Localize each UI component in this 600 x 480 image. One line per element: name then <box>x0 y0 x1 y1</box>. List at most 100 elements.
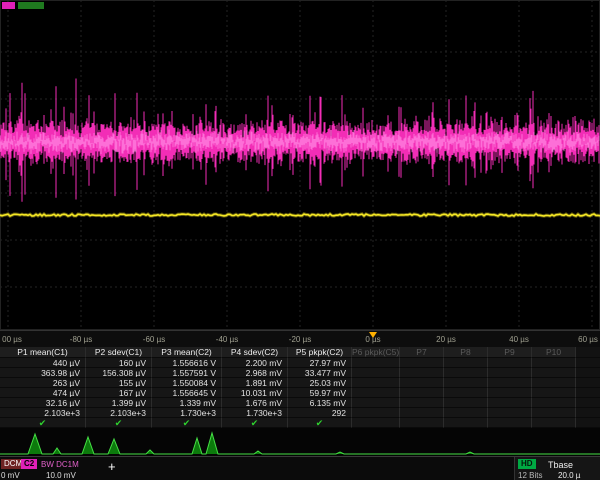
measurement-cell: 1.550084 V <box>152 378 222 388</box>
measurement-cell <box>352 408 400 418</box>
measurement-status-check <box>444 418 488 428</box>
measurement-header[interactable]: P8 <box>444 347 488 358</box>
measurement-header[interactable]: P1 mean(C1) <box>0 347 86 358</box>
measurement-header[interactable]: P10 <box>532 347 576 358</box>
measurement-cell: 1.730e+3 <box>222 408 288 418</box>
tdiv-label: 20.0 µ <box>558 471 580 480</box>
c2-active-marker-icon <box>2 2 15 9</box>
measurement-header[interactable]: P5 pkpk(C2) <box>288 347 352 358</box>
measurement-cell: 1.556616 V <box>152 358 222 368</box>
measurement-row: 263 µV155 µV1.550084 V1.891 mV25.03 mV <box>0 378 600 388</box>
measurement-cell: 2.103e+3 <box>0 408 86 418</box>
measurement-cell: 1.891 mV <box>222 378 288 388</box>
axis-tick-label: 00 µs <box>2 335 22 344</box>
measurement-cell: 263 µV <box>0 378 86 388</box>
axis-tick-label: -20 µs <box>289 335 311 344</box>
measurement-status-check <box>488 418 532 428</box>
measurement-cell: 1.676 mV <box>222 398 288 408</box>
measurement-row: 2.103e+32.103e+31.730e+31.730e+3292 <box>0 408 600 418</box>
measurement-cell <box>400 398 444 408</box>
measurement-cell: 1.399 µV <box>86 398 152 408</box>
measurement-cell: 1.730e+3 <box>152 408 222 418</box>
measurement-cell <box>488 358 532 368</box>
axis-tick-label: 40 µs <box>509 335 529 344</box>
c1-offset-label: 0 mV <box>1 471 20 480</box>
measurement-cell <box>532 388 576 398</box>
measurement-cell: 2.103e+3 <box>86 408 152 418</box>
measurement-cell: 33.477 mV <box>288 368 352 378</box>
axis-tick-label: 0 µs <box>365 335 380 344</box>
measurement-cell <box>400 358 444 368</box>
measurement-filler <box>576 358 600 368</box>
measurement-status-check: ✔ <box>222 418 288 428</box>
bottom-bar: DCM C2 BW DC1M 0 mV 10.0 mV + HD Tbase 1… <box>0 456 600 480</box>
measurement-cell <box>532 378 576 388</box>
measurement-cell <box>400 378 444 388</box>
add-cursor-plus-icon[interactable]: + <box>108 459 116 474</box>
measurement-header-row: P1 mean(C1)P2 sdev(C1)P3 mean(C2)P4 sdev… <box>0 347 600 358</box>
measurement-row: 32.16 µV1.399 µV1.339 mV1.676 mV6.135 mV <box>0 398 600 408</box>
measurement-cell: 32.16 µV <box>0 398 86 408</box>
measurement-cell: 167 µV <box>86 388 152 398</box>
measurement-header[interactable]: P9 <box>488 347 532 358</box>
measurement-header[interactable]: P2 sdev(C1) <box>86 347 152 358</box>
measurement-cell <box>352 358 400 368</box>
axis-tick-label: 20 µs <box>436 335 456 344</box>
measurement-status-check: ✔ <box>288 418 352 428</box>
measurement-filler <box>576 378 600 388</box>
measurement-status-check <box>400 418 444 428</box>
measurement-filler <box>576 398 600 408</box>
measurement-status-check: ✔ <box>0 418 86 428</box>
measurement-cell: 25.03 mV <box>288 378 352 388</box>
measurement-cell: 59.97 mV <box>288 388 352 398</box>
waveform-plot[interactable] <box>0 0 600 330</box>
histicon-canvas <box>0 428 600 456</box>
measurement-cell <box>352 388 400 398</box>
measurement-histicon-strip[interactable] <box>0 428 600 456</box>
measurement-filler <box>576 388 600 398</box>
measurement-status-row: ✔✔✔✔✔ <box>0 418 600 428</box>
measurement-header[interactable]: P4 sdev(C2) <box>222 347 288 358</box>
histicon-peaks <box>0 433 600 454</box>
measurement-cell <box>488 398 532 408</box>
measurement-cell <box>444 388 488 398</box>
measurement-cell: 292 <box>288 408 352 418</box>
measurement-status-check: ✔ <box>86 418 152 428</box>
measurement-header[interactable]: P7 <box>400 347 444 358</box>
axis-tick-label: -80 µs <box>70 335 92 344</box>
measurement-cell <box>400 388 444 398</box>
measurement-cell <box>352 378 400 388</box>
measurement-cell: 156.308 µV <box>86 368 152 378</box>
measurement-cell <box>352 398 400 408</box>
measurement-cell <box>352 368 400 378</box>
measurement-header[interactable]: P3 mean(C2) <box>152 347 222 358</box>
measurement-status-check: ✔ <box>152 418 222 428</box>
oscilloscope-screen: 00 µs-80 µs-60 µs-40 µs-20 µs0 µs20 µs40… <box>0 0 600 480</box>
c2-descriptor-badge[interactable]: C2 <box>21 459 37 469</box>
measurement-cell <box>488 368 532 378</box>
measurement-filler <box>576 408 600 418</box>
measurement-row: 474 µV167 µV1.556645 V10.031 mV59.97 mV <box>0 388 600 398</box>
measurement-header[interactable]: P6 pkpk(C5) <box>352 347 400 358</box>
tbase-label[interactable]: Tbase <box>548 460 573 470</box>
measurement-cell: 474 µV <box>0 388 86 398</box>
measurement-cell: 6.135 mV <box>288 398 352 408</box>
measurement-filler <box>576 347 600 358</box>
measurement-cell <box>488 408 532 418</box>
axis-tick-label: 60 µs <box>578 335 598 344</box>
measurement-cell: 363.98 µV <box>0 368 86 378</box>
measurement-cell: 10.031 mV <box>222 388 288 398</box>
measurement-table: P1 mean(C1)P2 sdev(C1)P3 mean(C2)P4 sdev… <box>0 347 600 428</box>
measurement-filler <box>576 368 600 378</box>
measurement-cell <box>532 408 576 418</box>
measurement-status-check <box>532 418 576 428</box>
measurement-cell: 2.200 mV <box>222 358 288 368</box>
measurement-cell: 1.556645 V <box>152 388 222 398</box>
measurement-cell: 440 µV <box>0 358 86 368</box>
measurement-cell <box>532 358 576 368</box>
measurement-cell: 155 µV <box>86 378 152 388</box>
measurement-cell <box>444 408 488 418</box>
measurement-cell: 1.557591 V <box>152 368 222 378</box>
measurement-cell <box>400 408 444 418</box>
waveform-canvas <box>0 0 600 330</box>
